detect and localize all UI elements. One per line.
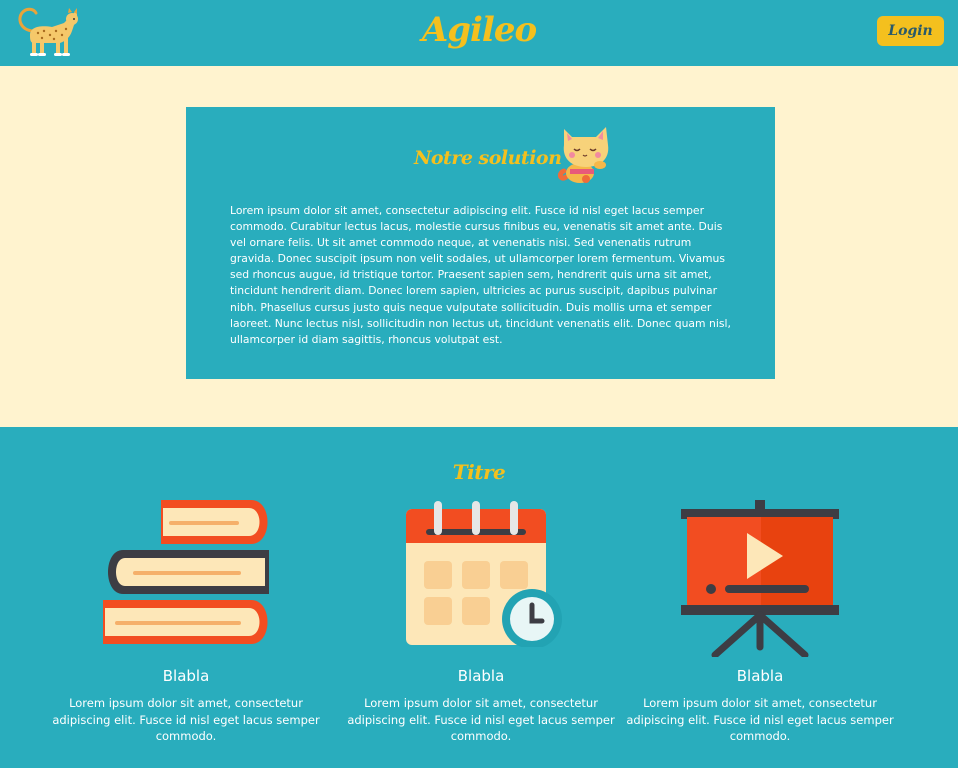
cat-icon [557, 127, 609, 183]
solution-card: Notre solution Lorem ipsum dolor sit ame… [186, 107, 775, 379]
feature-desc: Lorem ipsum dolor sit amet, consectetur … [347, 696, 615, 743]
features-title: Titre [452, 460, 506, 484]
feature-card-calendar: Blabla Lorem ipsum dolor sit amet, conse… [336, 497, 626, 745]
books-icon [103, 500, 269, 644]
feature-name: Blabla [736, 667, 784, 685]
header-bar: Agileo Login [0, 0, 958, 66]
features-section: Titre Blabla Lorem ipsum dolor sit amet,… [0, 427, 958, 768]
login-button[interactable]: Login [877, 16, 944, 46]
solution-title: Notre solution [414, 147, 562, 169]
feature-card-presentation: Blabla Lorem ipsum dolor sit amet, conse… [615, 497, 905, 745]
solution-text: Lorem ipsum dolor sit amet, consectetur … [230, 204, 731, 346]
calendar-icon [406, 501, 562, 647]
feature-card-books: Blabla Lorem ipsum dolor sit amet, conse… [41, 497, 331, 745]
feature-name: Blabla [457, 667, 505, 685]
brand-title: Agileo [421, 10, 537, 50]
feature-name: Blabla [162, 667, 210, 685]
presentation-icon [681, 500, 839, 657]
feature-desc: Lorem ipsum dolor sit amet, consectetur … [626, 696, 894, 743]
feature-desc: Lorem ipsum dolor sit amet, consectetur … [52, 696, 320, 743]
